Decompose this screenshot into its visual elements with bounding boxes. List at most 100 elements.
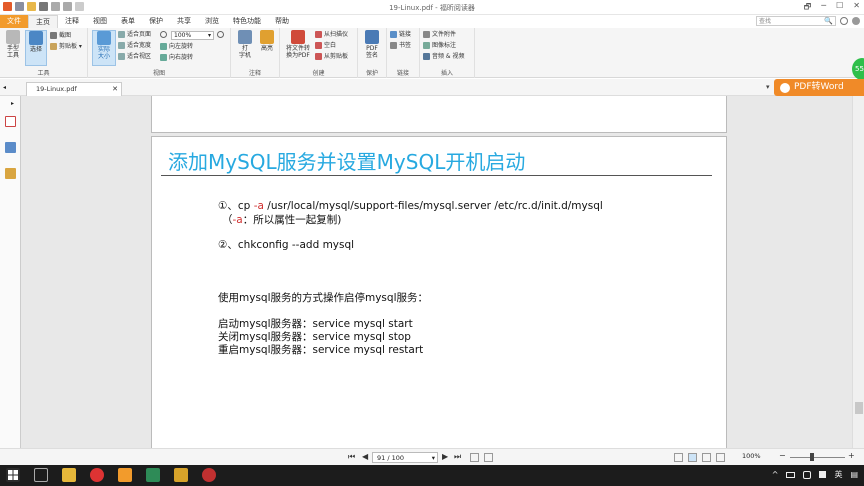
previous-page-button[interactable]: ◀	[362, 452, 368, 461]
facing-view-icon[interactable]	[702, 453, 711, 462]
actual-size-icon	[97, 31, 111, 45]
file-attachment-button[interactable]: 文件附件	[423, 30, 456, 39]
settings-icon[interactable]	[840, 17, 848, 25]
tab-document[interactable]: 19-Linux.pdf ✕	[26, 82, 122, 96]
page-number-input[interactable]: 91 / 100 ▾	[372, 452, 438, 463]
tab-list-icon[interactable]: ◂	[3, 84, 6, 91]
close-button[interactable]: ✕	[853, 1, 860, 15]
notification-icon[interactable]: ▤	[850, 470, 858, 479]
first-page-button[interactable]: ⏮	[348, 452, 355, 462]
maximize-button[interactable]: ☐	[836, 1, 843, 15]
zoom-level: 100%	[742, 452, 761, 460]
minimize-button[interactable]: ─	[821, 1, 826, 15]
menu-comment[interactable]: 注释	[58, 15, 86, 28]
menu-share[interactable]: 共享	[170, 15, 198, 28]
previous-view-icon[interactable]	[470, 453, 479, 462]
menu-protect[interactable]: 保护	[142, 15, 170, 28]
continuous-view-icon[interactable]	[688, 453, 697, 462]
fit-page-icon	[118, 31, 125, 38]
fit-page-button[interactable]: 适合页面	[118, 30, 151, 39]
zoom-in-icon[interactable]	[217, 31, 224, 38]
last-page-button[interactable]: ⏭	[454, 452, 461, 462]
spreadsheet-app-icon[interactable]	[146, 468, 160, 482]
menu-browse[interactable]: 浏览	[198, 15, 226, 28]
pdf-sign-button[interactable]: PDF 签名	[361, 30, 383, 59]
bookmark-button[interactable]: 书签	[390, 41, 411, 50]
select-tool-button[interactable]: 选择	[25, 30, 47, 66]
media-icon	[423, 53, 430, 60]
restore-mode-icon[interactable]: 🗗	[804, 1, 812, 15]
search-icon[interactable]: 🔍	[824, 17, 833, 26]
continuous-facing-view-icon[interactable]	[716, 453, 725, 462]
group-links: 链接 书签 链接	[387, 28, 420, 78]
windows-start-icon[interactable]	[6, 468, 20, 482]
tray-overflow-icon[interactable]: ^	[772, 470, 779, 479]
menu-help[interactable]: 帮助	[268, 15, 296, 28]
audio-video-button[interactable]: 音频 & 视频	[423, 52, 465, 61]
zoom-slider-knob[interactable]	[810, 453, 814, 461]
task-view-icon[interactable]	[34, 468, 48, 482]
fit-visible-button[interactable]: 适合视区	[118, 52, 151, 61]
hand-tool-button[interactable]: 手型 工具	[2, 30, 24, 59]
menu-view[interactable]: 视图	[86, 15, 114, 28]
vertical-scrollbar[interactable]	[852, 96, 864, 448]
clipboard-icon	[50, 43, 57, 50]
pdf-to-word-banner[interactable]: PDF转Word	[774, 79, 864, 96]
menu-home[interactable]: 主页	[28, 15, 58, 28]
chrome-icon[interactable]	[90, 468, 104, 482]
close-icon[interactable]: ✕	[112, 83, 118, 95]
rotate-left-button[interactable]: 向左旋转	[160, 42, 193, 51]
help-icon[interactable]	[852, 17, 860, 25]
zoom-select[interactable]: 100% ▾	[171, 31, 214, 40]
scrollbar-thumb[interactable]	[855, 402, 863, 414]
text-cursor-icon	[29, 31, 43, 45]
snapshot-button[interactable]: 截图	[50, 31, 71, 40]
from-clipboard-button[interactable]: 从剪贴板	[315, 52, 348, 61]
convert-to-pdf-button[interactable]: 将文件转 换为PDF	[283, 30, 313, 59]
tab-dropdown-icon[interactable]: ▾	[766, 83, 770, 91]
pen-sign-icon	[365, 30, 379, 44]
clipboard-button[interactable]: 剪贴板 ▾	[50, 42, 82, 51]
zoom-out-button[interactable]: −	[779, 451, 786, 460]
zoom-in-button[interactable]: +	[848, 451, 855, 460]
volume-icon[interactable]	[819, 471, 827, 478]
bookmarks-panel-icon[interactable]	[5, 142, 16, 153]
file-manager-icon[interactable]	[174, 468, 188, 482]
group-insert: 文件附件 图像标注 音频 & 视频 插入	[420, 28, 475, 78]
network-icon[interactable]	[803, 470, 812, 479]
from-scanner-button[interactable]: 从扫描仪	[315, 30, 348, 39]
scanner-icon	[315, 31, 322, 38]
blank-button[interactable]: 空白	[315, 41, 336, 50]
service-intro-line: 使用mysql服务的方式操作启停mysql服务：	[218, 292, 428, 304]
search-input[interactable]: 查找 🔍	[756, 16, 836, 26]
highlight-button[interactable]: 高亮	[256, 30, 278, 52]
next-view-icon[interactable]	[484, 453, 493, 462]
typewriter-button[interactable]: 打 字机	[234, 30, 256, 59]
document-view[interactable]: 添加MySQL服务并设置MySQL开机启动 ①、cp -a /usr/local…	[21, 96, 852, 448]
link-icon	[390, 31, 397, 38]
next-page-button[interactable]: ▶	[442, 452, 448, 461]
fit-width-button[interactable]: 适合宽度	[118, 41, 151, 50]
zoom-slider[interactable]	[790, 457, 845, 458]
rotate-right-button[interactable]: 向右旋转	[160, 53, 193, 62]
page-dropdown-icon[interactable]: ▾	[432, 453, 435, 463]
step-1-note: （-a：所以属性一起复制)	[222, 214, 342, 226]
file-explorer-icon[interactable]	[62, 468, 76, 482]
menu-file[interactable]: 文件	[0, 15, 28, 28]
menu-features[interactable]: 特色功能	[226, 15, 268, 28]
single-page-view-icon[interactable]	[674, 453, 683, 462]
page-thumbnails-icon[interactable]	[5, 116, 16, 127]
document-tab-bar: ◂ 19-Linux.pdf ✕ ▾	[0, 79, 864, 96]
zoom-out-icon[interactable]	[160, 31, 167, 38]
menu-form[interactable]: 表单	[114, 15, 142, 28]
actual-size-button[interactable]: 实际 大小	[92, 30, 116, 66]
link-button[interactable]: 链接	[390, 30, 411, 39]
expand-panel-icon[interactable]: ▸	[11, 100, 14, 107]
foxit-reader-icon[interactable]	[118, 468, 132, 482]
app-icon[interactable]	[202, 468, 216, 482]
battery-icon[interactable]	[786, 471, 796, 478]
ime-indicator[interactable]: 英	[834, 469, 842, 480]
image-annotation-button[interactable]: 图像标注	[423, 41, 456, 50]
comments-panel-icon[interactable]	[5, 168, 16, 179]
group-tools: 手型 工具 选择 截图 剪贴板 ▾ 工具	[0, 28, 88, 78]
